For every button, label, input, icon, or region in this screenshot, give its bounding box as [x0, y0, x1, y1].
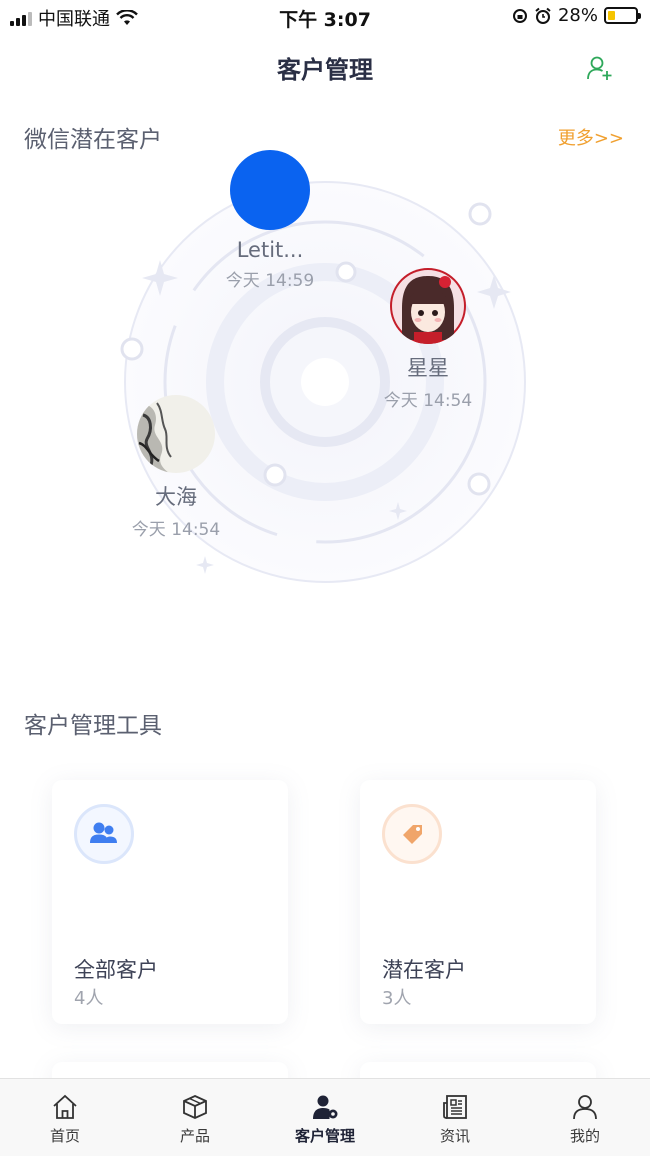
customer-name: 大海 [155, 485, 197, 509]
tab-label: 产品 [179, 1127, 210, 1145]
news-icon [443, 1095, 467, 1119]
card-count: 3人 [382, 988, 412, 1009]
rotation-lock-icon [512, 8, 527, 23]
tab-profile[interactable]: 我的 [520, 1079, 650, 1156]
tab-news[interactable]: 资讯 [390, 1079, 520, 1156]
home-icon [53, 1094, 77, 1119]
header: 客户管理 [0, 34, 650, 100]
avatar [230, 150, 310, 230]
battery-percent: 28% [557, 5, 598, 26]
potential-customer-dahai[interactable]: 大海 今天 14:54 [106, 395, 246, 540]
customer-manage-icon [313, 1095, 338, 1119]
tab-label: 客户管理 [294, 1127, 355, 1145]
orbit-area: Letit... 今天 14:59 星星 今天 14:54 大海 今天 14:5… [0, 140, 650, 610]
page-title: 客户管理 [277, 56, 373, 84]
tab-bar: 首页 产品 客户管理 资讯 我的 [0, 1078, 650, 1156]
all-customers-card[interactable]: 全部客户 4人 [52, 780, 288, 1024]
tag-icon [382, 804, 442, 864]
potential-customers-card[interactable]: 潜在客户 3人 [360, 780, 596, 1024]
battery-icon [604, 7, 641, 24]
card-label: 潜在客户 [382, 958, 466, 982]
tab-label: 资讯 [439, 1127, 470, 1145]
tab-customer-manage[interactable]: 客户管理 [260, 1079, 390, 1156]
card-count: 4人 [74, 988, 104, 1009]
customers-icon [74, 804, 134, 864]
box-icon [183, 1095, 207, 1119]
tools-section-title: 客户管理工具 [24, 713, 162, 739]
customer-time: 今天 14:54 [383, 391, 473, 411]
potential-customer-xingxing[interactable]: 星星 今天 14:54 [358, 268, 498, 411]
customer-name: Letit... [236, 238, 304, 262]
customer-name: 星星 [407, 356, 449, 380]
profile-icon [573, 1095, 597, 1120]
status-bar: 中国联通 下午 3:07 28% [0, 0, 650, 34]
customer-time: 今天 14:54 [131, 520, 221, 540]
tab-home[interactable]: 首页 [0, 1079, 130, 1156]
potential-customer-letit[interactable]: Letit... 今天 14:59 [200, 150, 340, 291]
avatar [390, 268, 466, 344]
alarm-icon [535, 7, 551, 24]
tab-products[interactable]: 产品 [130, 1079, 260, 1156]
tab-label: 我的 [569, 1127, 600, 1145]
card-label: 全部客户 [74, 958, 158, 982]
tab-label: 首页 [49, 1127, 80, 1145]
avatar [137, 395, 215, 473]
customer-time: 今天 14:59 [225, 271, 315, 291]
add-user-icon[interactable] [586, 54, 614, 82]
